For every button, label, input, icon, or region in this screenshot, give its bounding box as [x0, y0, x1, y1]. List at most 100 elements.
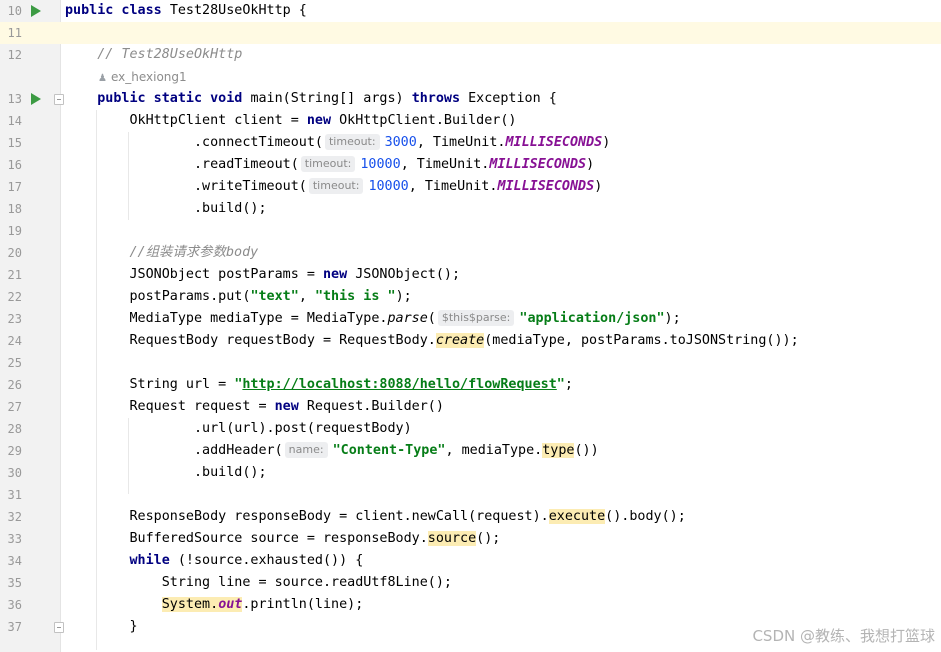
line-number: 34 — [7, 554, 22, 568]
code-line[interactable]: 28 .url(url).post(requestBody) — [0, 418, 941, 440]
code-line[interactable]: 12 // Test28UseOkHttp — [0, 44, 941, 66]
code-token: , — [298, 289, 315, 304]
code-token: ) — [594, 179, 603, 194]
code-token: .addHeader( — [65, 443, 283, 458]
code-line[interactable]: 18 .build(); — [0, 198, 941, 220]
code-token: .println(line); — [242, 597, 364, 612]
line-number: 31 — [7, 488, 22, 502]
code-text: while (!source.exhausted()) { — [65, 550, 364, 572]
code-token: ().body(); — [605, 509, 686, 524]
code-text: RequestBody requestBody = RequestBody.cr… — [65, 330, 799, 352]
code-token: JSONObject(); — [355, 267, 461, 282]
line-number: 35 — [7, 576, 22, 590]
line-number: 17 — [7, 180, 22, 194]
code-token: String line = source.readUtf8Line(); — [65, 575, 452, 590]
code-line[interactable]: 34 while (!source.exhausted()) { — [0, 550, 941, 572]
code-line[interactable]: 14 OkHttpClient client = new OkHttpClien… — [0, 110, 941, 132]
code-token: ResponseBody responseBody = client.newCa… — [65, 509, 549, 524]
code-line[interactable]: 15 .connectTimeout(timeout: 3000, TimeUni… — [0, 132, 941, 154]
code-text: MediaType mediaType = MediaType.parse($t… — [65, 308, 681, 330]
run-icon[interactable] — [31, 5, 41, 17]
code-line[interactable]: 20 //组装请求参数body — [0, 242, 941, 264]
code-line[interactable]: 19 — [0, 220, 941, 242]
code-line[interactable]: 24 RequestBody requestBody = RequestBody… — [0, 330, 941, 352]
code-text: ResponseBody responseBody = client.newCa… — [65, 506, 686, 528]
line-number: 14 — [7, 114, 22, 128]
code-token: , TimeUnit. — [408, 179, 498, 194]
code-text: .readTimeout(timeout: 10000, TimeUnit.MIL… — [65, 154, 594, 176]
code-line[interactable]: 26 String url = "http://localhost:8088/h… — [0, 374, 941, 396]
code-line[interactable]: 36 System.out.println(line); — [0, 594, 941, 616]
code-line[interactable]: 31 — [0, 484, 941, 506]
code-token: ); — [664, 311, 681, 326]
code-line[interactable]: 22 postParams.put("text", "this is "); — [0, 286, 941, 308]
code-token: JSONObject postParams = — [65, 267, 323, 282]
code-line[interactable]: 17 .writeTimeout(timeout: 10000, TimeUnit… — [0, 176, 941, 198]
code-line[interactable]: 29 .addHeader(name: "Content-Type", media… — [0, 440, 941, 462]
line-number: 13 — [7, 92, 22, 106]
code-line[interactable]: ♟ ex_hexiong1 — [0, 66, 941, 88]
code-token: throws — [411, 91, 469, 106]
code-line[interactable]: 30 .build(); — [0, 462, 941, 484]
code-line[interactable]: 27 Request request = new Request.Builder… — [0, 396, 941, 418]
code-line[interactable]: 13 public static void main(String[] args… — [0, 88, 941, 110]
code-token: "this is " — [314, 289, 396, 304]
code-line[interactable]: 25 — [0, 352, 941, 374]
line-number: 12 — [7, 48, 22, 62]
code-token: "application/json" — [519, 311, 665, 326]
code-text: .writeTimeout(timeout: 10000, TimeUnit.MI… — [65, 176, 602, 198]
indent-guide — [128, 132, 129, 220]
line-number: 32 — [7, 510, 22, 524]
line-number: 24 — [7, 334, 22, 348]
code-text: .url(url).post(requestBody) — [65, 418, 412, 440]
code-token: MILLISECONDS — [497, 179, 595, 194]
code-token: http://localhost:8088/hello/flowRequest — [242, 377, 557, 392]
code-token: .connectTimeout( — [65, 135, 323, 150]
code-line[interactable]: 35 String line = source.readUtf8Line(); — [0, 572, 941, 594]
code-token: RequestBody requestBody = RequestBody. — [65, 333, 436, 348]
code-token: postParams.put( — [65, 289, 251, 304]
run-icon[interactable] — [31, 93, 41, 105]
line-number: 26 — [7, 378, 22, 392]
code-token: Exception { — [468, 91, 557, 106]
code-token: MILLISECONDS — [505, 135, 603, 150]
author-inlay[interactable]: ♟ ex_hexiong1 — [98, 66, 187, 90]
line-number: 22 — [7, 290, 22, 304]
code-text: JSONObject postParams = new JSONObject()… — [65, 264, 460, 286]
line-number: 30 — [7, 466, 22, 480]
code-token: new — [322, 267, 356, 282]
line-number: 16 — [7, 158, 22, 172]
parameter-hint: timeout: — [324, 134, 380, 150]
code-token: ) — [586, 157, 595, 172]
code-token: source — [427, 531, 477, 546]
line-number: 37 — [7, 620, 22, 634]
code-token: execute — [548, 509, 606, 524]
fold-icon[interactable] — [54, 622, 64, 633]
code-line[interactable]: 21 JSONObject postParams = new JSONObjec… — [0, 264, 941, 286]
code-token: System. — [161, 597, 219, 612]
line-number: 28 — [7, 422, 22, 436]
code-token: } — [65, 619, 138, 634]
code-token: 3000 — [384, 135, 417, 150]
code-line[interactable]: 11 — [0, 22, 941, 44]
code-text: Request request = new Request.Builder() — [65, 396, 443, 418]
line-number: 29 — [7, 444, 22, 458]
code-token: ( — [427, 311, 436, 326]
code-line[interactable]: 32 ResponseBody responseBody = client.ne… — [0, 506, 941, 528]
code-token: .url(url).post(requestBody) — [65, 421, 412, 436]
fold-icon[interactable] — [54, 94, 64, 105]
code-line[interactable]: 33 BufferedSource source = responseBody.… — [0, 528, 941, 550]
code-text: BufferedSource source = responseBody.sou… — [65, 528, 500, 550]
code-line[interactable]: 10 public class Test28UseOkHttp { — [0, 0, 941, 22]
line-number: 18 — [7, 202, 22, 216]
code-editor[interactable]: 10 public class Test28UseOkHttp {11 12 // … — [0, 0, 941, 652]
code-token: .readTimeout( — [65, 157, 299, 172]
code-text: System.out.println(line); — [65, 594, 363, 616]
code-token: out — [218, 597, 243, 612]
code-token: create — [435, 333, 485, 348]
code-line[interactable]: 16 .readTimeout(timeout: 10000, TimeUnit.… — [0, 154, 941, 176]
code-line[interactable]: 23 MediaType mediaType = MediaType.parse… — [0, 308, 941, 330]
